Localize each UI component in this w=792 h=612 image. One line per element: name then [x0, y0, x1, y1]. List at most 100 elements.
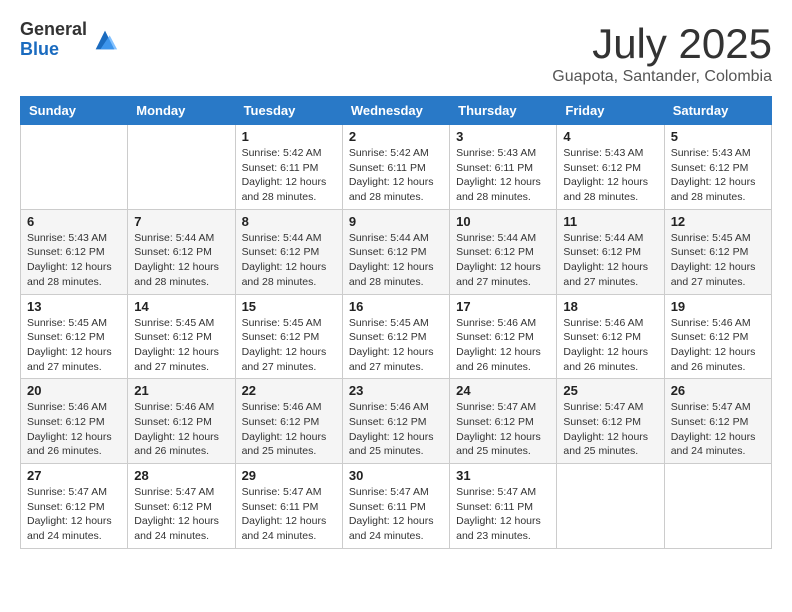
calendar-cell: 22Sunrise: 5:46 AM Sunset: 6:12 PM Dayli…	[235, 379, 342, 464]
day-info: Sunrise: 5:44 AM Sunset: 6:12 PM Dayligh…	[349, 231, 443, 290]
day-info: Sunrise: 5:45 AM Sunset: 6:12 PM Dayligh…	[671, 231, 765, 290]
weekday-header-saturday: Saturday	[664, 97, 771, 125]
calendar-cell: 4 Sunrise: 5:43 AM Sunset: 6:12 PM Daylig…	[557, 125, 664, 210]
day-info: Sunrise: 5:47 AM Sunset: 6:12 PM Dayligh…	[671, 400, 765, 459]
day-number: 9	[349, 214, 443, 229]
calendar-cell: 11 Sunrise: 5:44 AM Sunset: 6:12 PM Dayli…	[557, 209, 664, 294]
day-number: 6	[27, 214, 121, 229]
calendar-cell: 26 Sunrise: 5:47 AM Sunset: 6:12 PM Dayli…	[664, 379, 771, 464]
day-number: 16	[349, 299, 443, 314]
day-number: 7	[134, 214, 228, 229]
day-number: 4	[563, 129, 657, 144]
weekday-header-friday: Friday	[557, 97, 664, 125]
month-title: July 2025	[552, 20, 772, 68]
calendar-header-row: SundayMondayTuesdayWednesdayThursdayFrid…	[21, 97, 772, 125]
day-info: Sunrise: 5:42 AM Sunset: 6:11 PM Dayligh…	[242, 146, 336, 205]
calendar-cell: 5 Sunrise: 5:43 AM Sunset: 6:12 PM Daylig…	[664, 125, 771, 210]
calendar-cell: 9 Sunrise: 5:44 AM Sunset: 6:12 PM Daylig…	[342, 209, 449, 294]
day-number: 23	[349, 383, 443, 398]
calendar-cell: 7 Sunrise: 5:44 AM Sunset: 6:12 PM Daylig…	[128, 209, 235, 294]
day-info: Sunrise: 5:47 AM Sunset: 6:12 PM Dayligh…	[134, 485, 228, 544]
day-number: 30	[349, 468, 443, 483]
day-info: Sunrise: 5:43 AM Sunset: 6:12 PM Dayligh…	[671, 146, 765, 205]
calendar-cell	[664, 464, 771, 549]
day-info: Sunrise: 5:43 AM Sunset: 6:12 PM Dayligh…	[563, 146, 657, 205]
calendar-cell: 23 Sunrise: 5:46 AM Sunset: 6:12 PM Dayli…	[342, 379, 449, 464]
day-number: 8	[242, 214, 336, 229]
calendar-cell: 25Sunrise: 5:47 AM Sunset: 6:12 PM Dayli…	[557, 379, 664, 464]
calendar-cell: 16 Sunrise: 5:45 AM Sunset: 6:12 PM Dayli…	[342, 294, 449, 379]
calendar-week-row: 20 Sunrise: 5:46 AM Sunset: 6:12 PM Dayli…	[21, 379, 772, 464]
day-info: Sunrise: 5:44 AM Sunset: 6:12 PM Dayligh…	[242, 231, 336, 290]
calendar-cell	[557, 464, 664, 549]
logo-blue-text: Blue	[20, 40, 87, 60]
logo-general-text: General	[20, 20, 87, 40]
day-number: 5	[671, 129, 765, 144]
day-info: Sunrise: 5:45 AM Sunset: 6:12 PM Dayligh…	[134, 316, 228, 375]
day-info: Sunrise: 5:46 AM Sunset: 6:12 PM Dayligh…	[349, 400, 443, 459]
weekday-header-sunday: Sunday	[21, 97, 128, 125]
day-number: 10	[456, 214, 550, 229]
calendar-cell: 8 Sunrise: 5:44 AM Sunset: 6:12 PM Daylig…	[235, 209, 342, 294]
day-info: Sunrise: 5:45 AM Sunset: 6:12 PM Dayligh…	[27, 316, 121, 375]
day-number: 26	[671, 383, 765, 398]
calendar-cell: 28 Sunrise: 5:47 AM Sunset: 6:12 PM Dayli…	[128, 464, 235, 549]
day-info: Sunrise: 5:46 AM Sunset: 6:12 PM Dayligh…	[242, 400, 336, 459]
day-info: Sunrise: 5:43 AM Sunset: 6:12 PM Dayligh…	[27, 231, 121, 290]
day-info: Sunrise: 5:47 AM Sunset: 6:11 PM Dayligh…	[456, 485, 550, 544]
page-header: General Blue July 2025 Guapota, Santande…	[20, 20, 772, 86]
logo-icon	[91, 26, 119, 54]
calendar-cell: 18 Sunrise: 5:46 AM Sunset: 6:12 PM Dayli…	[557, 294, 664, 379]
calendar-week-row: 27 Sunrise: 5:47 AM Sunset: 6:12 PM Dayli…	[21, 464, 772, 549]
calendar-cell: 1 Sunrise: 5:42 AM Sunset: 6:11 PM Daylig…	[235, 125, 342, 210]
day-number: 11	[563, 214, 657, 229]
weekday-header-thursday: Thursday	[450, 97, 557, 125]
day-info: Sunrise: 5:46 AM Sunset: 6:12 PM Dayligh…	[671, 316, 765, 375]
day-info: Sunrise: 5:46 AM Sunset: 6:12 PM Dayligh…	[456, 316, 550, 375]
day-info: Sunrise: 5:43 AM Sunset: 6:11 PM Dayligh…	[456, 146, 550, 205]
calendar-week-row: 13 Sunrise: 5:45 AM Sunset: 6:12 PM Dayli…	[21, 294, 772, 379]
day-number: 17	[456, 299, 550, 314]
logo: General Blue	[20, 20, 119, 60]
day-number: 20	[27, 383, 121, 398]
calendar-table: SundayMondayTuesdayWednesdayThursdayFrid…	[20, 96, 772, 549]
day-info: Sunrise: 5:47 AM Sunset: 6:11 PM Dayligh…	[242, 485, 336, 544]
weekday-header-wednesday: Wednesday	[342, 97, 449, 125]
day-number: 29	[242, 468, 336, 483]
day-info: Sunrise: 5:44 AM Sunset: 6:12 PM Dayligh…	[134, 231, 228, 290]
day-number: 15	[242, 299, 336, 314]
calendar-cell: 30 Sunrise: 5:47 AM Sunset: 6:11 PM Dayli…	[342, 464, 449, 549]
calendar-cell: 3 Sunrise: 5:43 AM Sunset: 6:11 PM Daylig…	[450, 125, 557, 210]
calendar-cell: 12 Sunrise: 5:45 AM Sunset: 6:12 PM Dayli…	[664, 209, 771, 294]
day-info: Sunrise: 5:45 AM Sunset: 6:12 PM Dayligh…	[349, 316, 443, 375]
day-number: 24	[456, 383, 550, 398]
calendar-cell: 21Sunrise: 5:46 AM Sunset: 6:12 PM Dayli…	[128, 379, 235, 464]
title-block: July 2025 Guapota, Santander, Colombia	[552, 20, 772, 86]
day-number: 27	[27, 468, 121, 483]
calendar-week-row: 1 Sunrise: 5:42 AM Sunset: 6:11 PM Daylig…	[21, 125, 772, 210]
calendar-cell: 29 Sunrise: 5:47 AM Sunset: 6:11 PM Dayli…	[235, 464, 342, 549]
day-number: 2	[349, 129, 443, 144]
day-number: 12	[671, 214, 765, 229]
day-info: Sunrise: 5:47 AM Sunset: 6:11 PM Dayligh…	[349, 485, 443, 544]
calendar-cell: 6 Sunrise: 5:43 AM Sunset: 6:12 PM Daylig…	[21, 209, 128, 294]
calendar-cell: 17 Sunrise: 5:46 AM Sunset: 6:12 PM Dayli…	[450, 294, 557, 379]
day-info: Sunrise: 5:44 AM Sunset: 6:12 PM Dayligh…	[563, 231, 657, 290]
day-number: 31	[456, 468, 550, 483]
calendar-cell	[128, 125, 235, 210]
day-number: 14	[134, 299, 228, 314]
day-info: Sunrise: 5:46 AM Sunset: 6:12 PM Dayligh…	[134, 400, 228, 459]
day-number: 3	[456, 129, 550, 144]
day-number: 19	[671, 299, 765, 314]
day-number: 13	[27, 299, 121, 314]
day-info: Sunrise: 5:42 AM Sunset: 6:11 PM Dayligh…	[349, 146, 443, 205]
day-number: 18	[563, 299, 657, 314]
calendar-week-row: 6 Sunrise: 5:43 AM Sunset: 6:12 PM Daylig…	[21, 209, 772, 294]
calendar-cell: 27Sunrise: 5:47 AM Sunset: 6:12 PM Dayli…	[21, 464, 128, 549]
day-info: Sunrise: 5:46 AM Sunset: 6:12 PM Dayligh…	[27, 400, 121, 459]
day-info: Sunrise: 5:47 AM Sunset: 6:12 PM Dayligh…	[563, 400, 657, 459]
day-number: 1	[242, 129, 336, 144]
day-info: Sunrise: 5:44 AM Sunset: 6:12 PM Dayligh…	[456, 231, 550, 290]
day-number: 28	[134, 468, 228, 483]
day-info: Sunrise: 5:46 AM Sunset: 6:12 PM Dayligh…	[563, 316, 657, 375]
